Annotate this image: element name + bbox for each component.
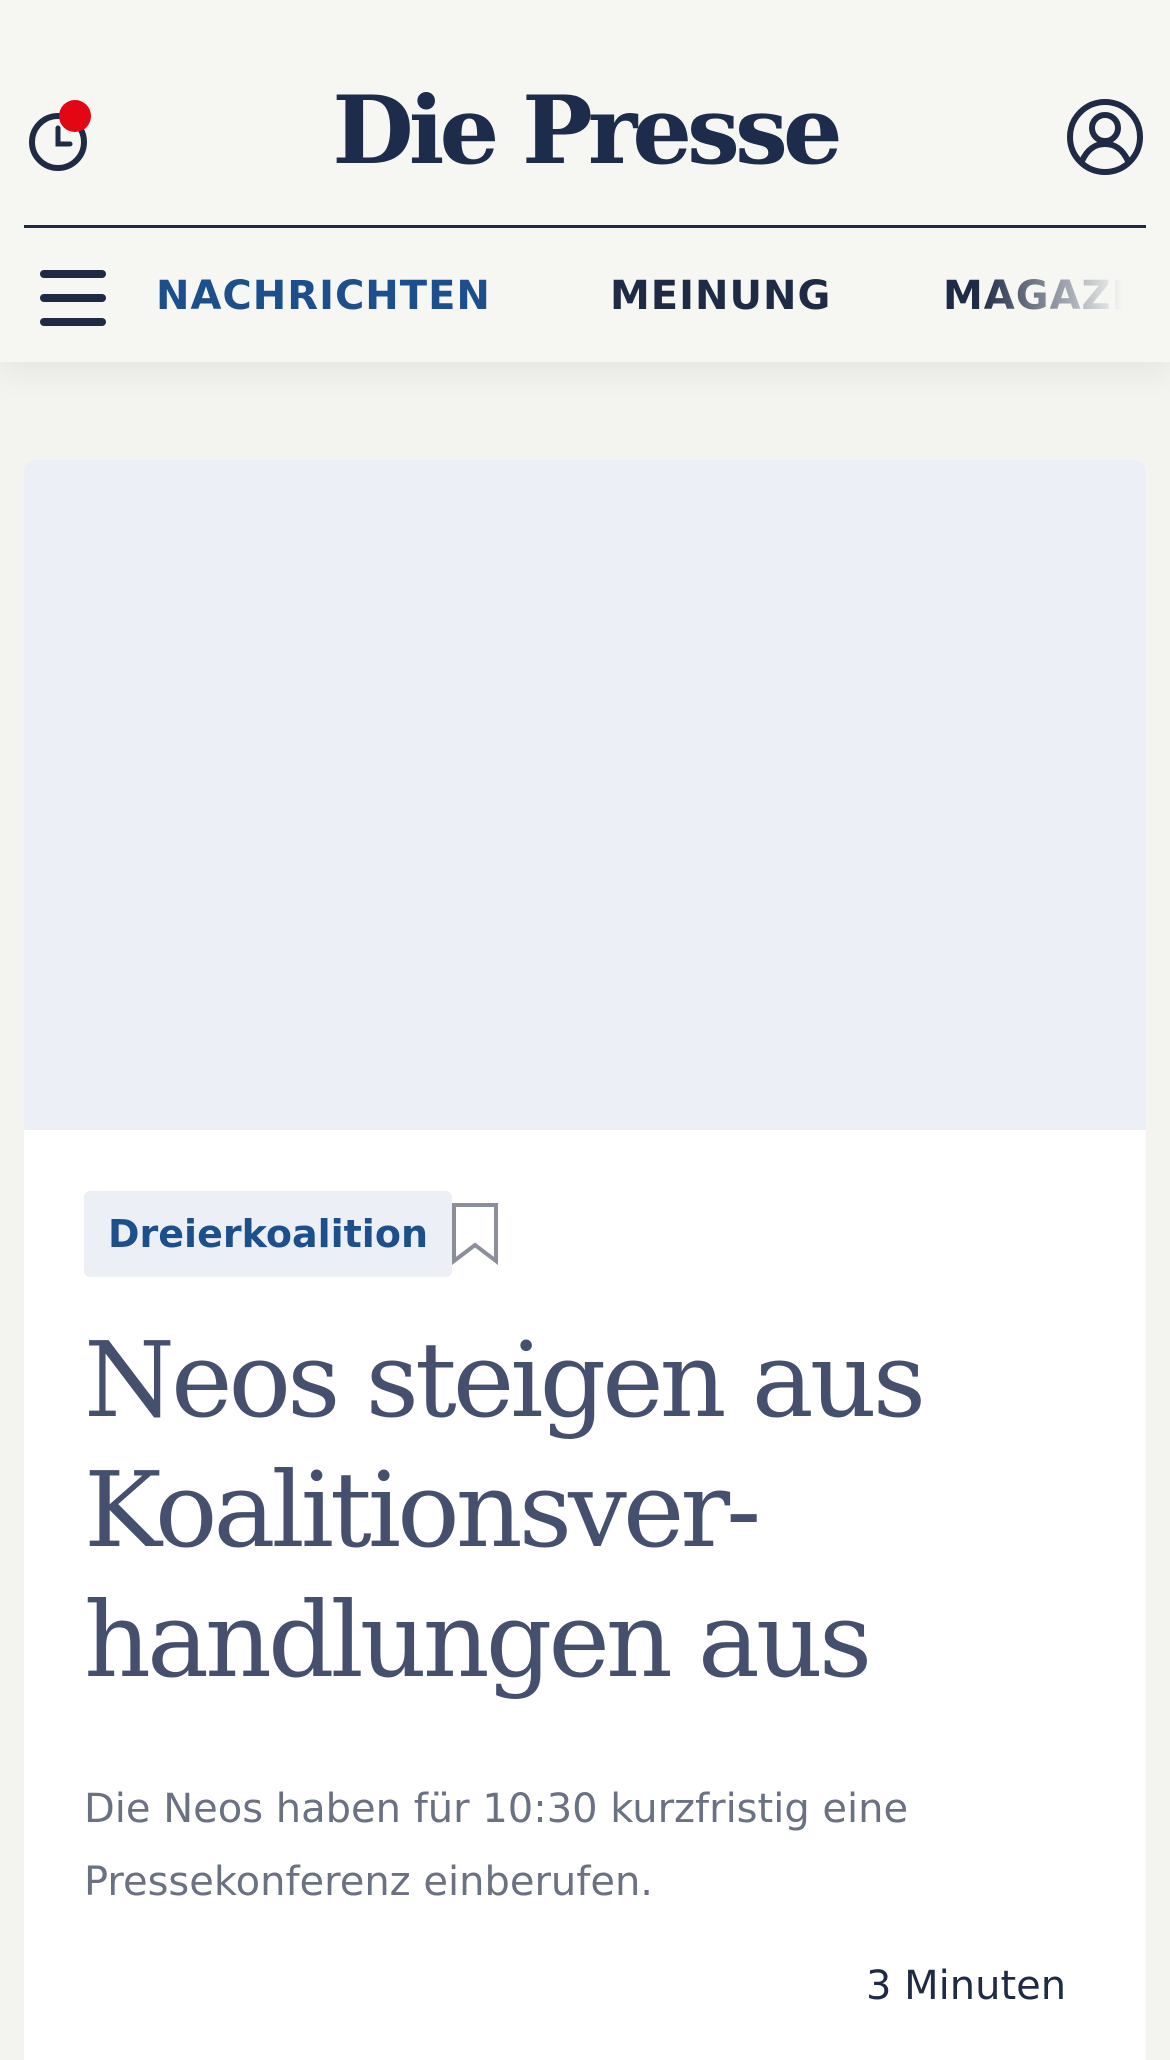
article-headline[interactable]: Neos steigen aus Koalitionsver- handlung… [84, 1315, 1084, 1705]
article-card[interactable]: Dreierkoalition Neos steigen aus Koaliti… [24, 460, 1146, 2060]
site-logo[interactable]: Die Presse [0, 84, 1170, 178]
article-image-placeholder [24, 460, 1146, 1130]
header-divider [24, 225, 1146, 228]
headline-line-2: Koalitionsver- [84, 1449, 761, 1571]
bookmark-button[interactable] [450, 1201, 500, 1267]
site-header: Die Presse NACHRICHTEN MEINUNG MAGAZIN [0, 0, 1170, 362]
article-teaser: Die Neos haben für 10:30 kurzfristig ein… [84, 1786, 909, 1905]
nav-item-nachrichten[interactable]: NACHRICHTEN [156, 272, 491, 320]
user-account-icon [1067, 99, 1143, 175]
nav-item-meinung[interactable]: MEINUNG [610, 272, 831, 320]
headline-line-3: handlungen aus [84, 1579, 872, 1701]
article-topic-tag[interactable]: Dreierkoalition [84, 1191, 452, 1277]
main-navigation: NACHRICHTEN MEINUNG MAGAZIN [0, 232, 1170, 362]
hamburger-menu-icon[interactable] [40, 270, 106, 326]
read-time: 3 Minuten [866, 1963, 1067, 2009]
user-account-button[interactable] [1066, 98, 1144, 176]
headline-line-1: Neos steigen aus [84, 1319, 926, 1441]
nav-scroll-fade [980, 232, 1170, 362]
bookmark-icon [452, 1203, 498, 1266]
